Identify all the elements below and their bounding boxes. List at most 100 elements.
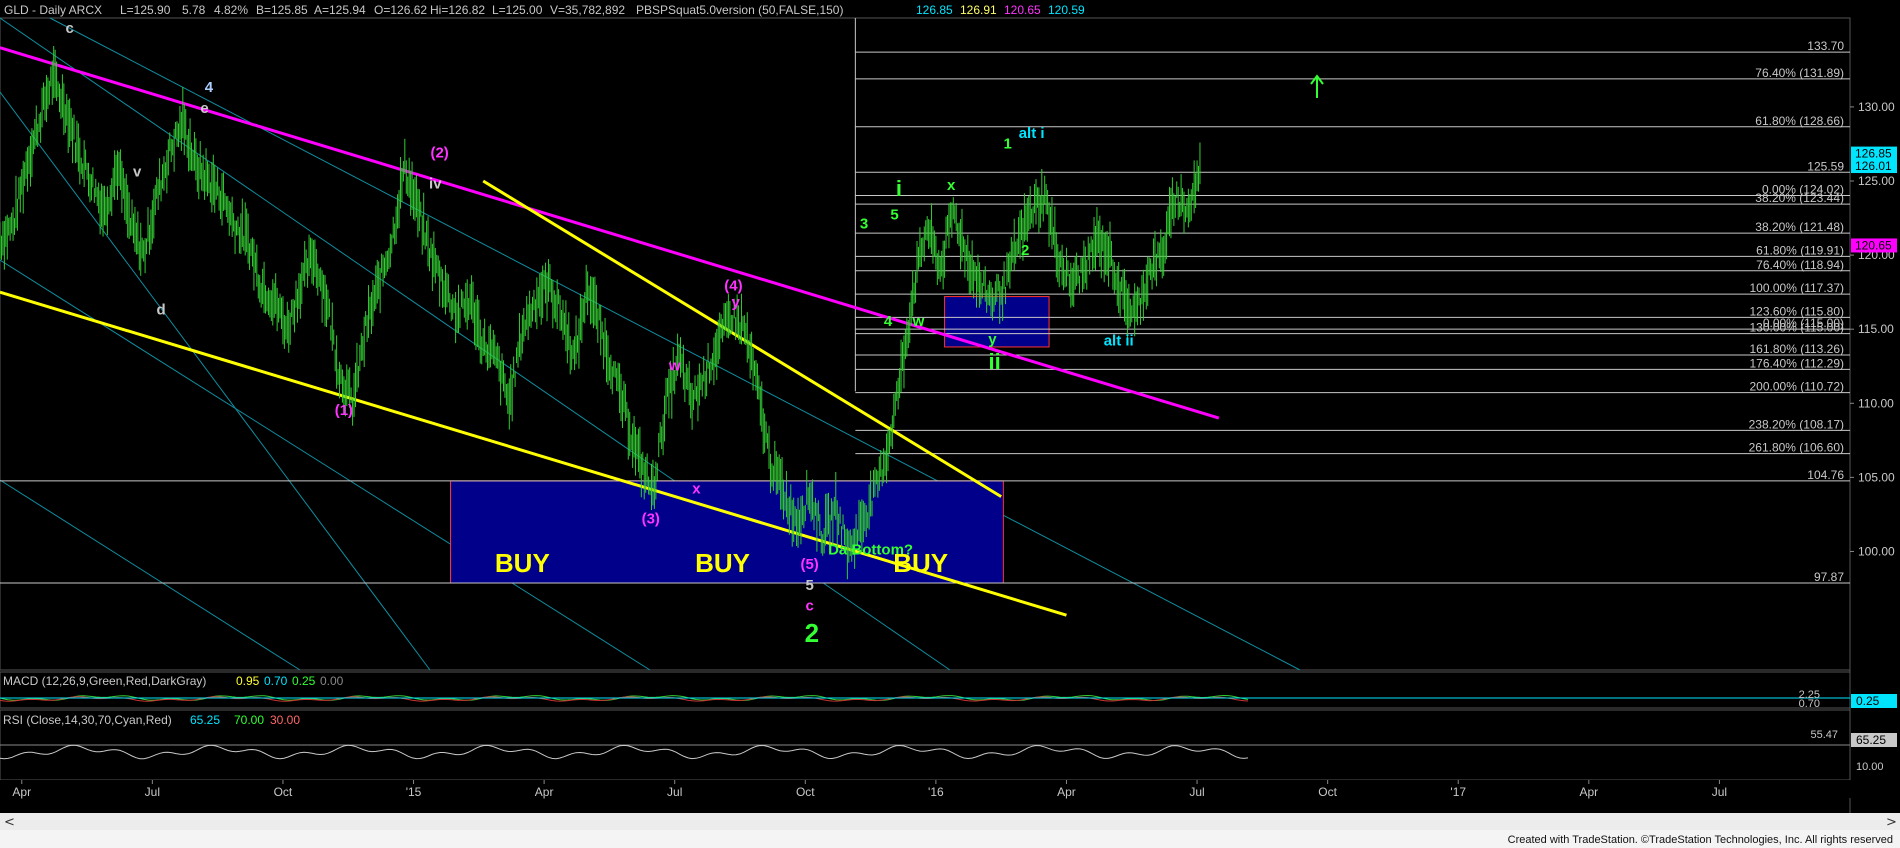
wave-label: y — [731, 294, 740, 311]
scroll-left-icon[interactable]: < — [4, 815, 15, 830]
macd-value-1: 0.95 — [236, 674, 260, 688]
fib-level-label: 38.20% (123.44) — [1755, 191, 1844, 205]
fib-level-label: 130.00% (115.00) — [1749, 321, 1844, 335]
time-axis-label: '16 — [928, 785, 944, 799]
wave-label: iv — [429, 175, 442, 192]
rsi-current-value: 65.25 — [1856, 733, 1886, 747]
wave-label: alt i — [1019, 125, 1045, 142]
price-axis-label: 110.00 — [1858, 396, 1894, 410]
wave-label: i — [896, 176, 902, 201]
rsi-value-2: 70.00 — [234, 713, 264, 727]
wave-label: (5) — [800, 556, 818, 573]
header-high: Hi=126.82 — [430, 3, 485, 17]
rsi-axis-label-1: 55.47 — [1810, 729, 1838, 741]
wave-label: BUY — [495, 548, 550, 578]
time-axis-label: Jul — [1189, 785, 1204, 799]
wave-label: e — [200, 100, 208, 117]
header-change: 5.78 — [182, 3, 206, 17]
price-axis-label: 125.00 — [1858, 174, 1895, 188]
wave-label: v — [133, 164, 142, 181]
price-axis-label: 115.00 — [1858, 322, 1894, 336]
wave-label: x — [947, 177, 956, 194]
time-axis-label: Apr — [1057, 785, 1076, 799]
header-symbol: GLD - Daily ARCX — [4, 3, 102, 17]
rsi-title: RSI (Close,14,30,70,Cyan,Red) — [3, 713, 172, 727]
wave-label: d — [156, 301, 165, 318]
price-axis-label: 130.00 — [1858, 100, 1895, 114]
wave-label: 2 — [805, 618, 819, 648]
fib-level-label: 200.00% (110.72) — [1749, 380, 1844, 394]
header-volume: V=35,782,892 — [550, 3, 625, 17]
fib-level-label: 125.59 — [1807, 159, 1844, 173]
time-axis: Apr Jul Oct '15 Apr Jul Oct '16 Apr Jul Oct '17 Apr J… — [0, 780, 1900, 799]
wave-label: 3 — [860, 215, 868, 232]
wave-label: (1) — [335, 402, 353, 419]
time-axis-label: Oct — [796, 785, 815, 799]
wave-label: y — [988, 331, 997, 348]
time-axis-label: Jul — [1712, 785, 1727, 799]
wave-label: w — [912, 313, 925, 330]
wave-label: 1 — [1004, 135, 1012, 152]
wave-label: c — [805, 598, 813, 615]
rsi-axis-label-3: 10.00 — [1856, 761, 1884, 773]
time-axis-label: Apr — [12, 785, 31, 799]
wave-label: 2 — [1021, 242, 1029, 259]
fib-level-label: 161.80% (113.26) — [1749, 342, 1844, 356]
wave-label: alt ii — [1104, 332, 1134, 349]
rsi-value-3: 30.00 — [270, 713, 300, 727]
fib-level-label: 38.20% (121.48) — [1755, 220, 1844, 234]
wave-label: 5 — [890, 207, 898, 224]
fib-level-label: 76.40% (131.89) — [1755, 66, 1844, 80]
header-study: PBSPSquat5.0version (50,FALSE,150) — [636, 3, 843, 17]
scrollbar-track[interactable] — [0, 813, 1900, 830]
wave-label: w — [668, 358, 681, 375]
fib-level-label: 176.40% (112.29) — [1749, 356, 1844, 370]
time-axis-label: Apr — [1579, 785, 1598, 799]
header-ask: A=125.94 — [314, 3, 366, 17]
header-open: O=126.62 — [374, 3, 427, 17]
header-bid: B=125.85 — [256, 3, 308, 17]
price-tag-label: 126.01 — [1855, 159, 1892, 173]
wave-label: (3) — [642, 510, 660, 527]
time-axis-label: Jul — [145, 785, 160, 799]
macd-axis-label-2: 0.70 — [1799, 698, 1820, 710]
wave-label: BUY — [893, 548, 948, 578]
rsi-value-1: 65.25 — [190, 713, 220, 727]
macd-value-4: 0.00 — [320, 674, 344, 688]
time-axis-label: '15 — [406, 785, 422, 799]
wave-label: 5 — [805, 577, 813, 594]
macd-value-2: 0.70 — [264, 674, 288, 688]
time-axis-label: '17 — [1450, 785, 1466, 799]
fib-level-label: 104.76 — [1807, 468, 1844, 482]
fib-level-label: 238.20% (108.17) — [1749, 417, 1844, 431]
fib-level-label: 133.70 — [1807, 39, 1844, 53]
header-study-v1: 126.85 — [916, 3, 953, 17]
header-study-v3: 120.65 — [1004, 3, 1041, 17]
wave-label: (4) — [724, 278, 742, 295]
time-axis-label: Oct — [274, 785, 293, 799]
wave-label: 4 — [205, 79, 214, 96]
wave-label: 4 — [884, 313, 893, 330]
header-low: L=125.00 — [492, 3, 543, 17]
macd-title: MACD (12,26,9,Green,Red,DarkGray) — [3, 674, 206, 688]
scrollbar[interactable]: < > — [0, 813, 1900, 830]
wave-label: ii — [989, 349, 1001, 374]
header-study-v4: 120.59 — [1048, 3, 1085, 17]
fib-level-label: 261.80% (106.60) — [1749, 441, 1844, 455]
wave-label: BUY — [695, 548, 750, 578]
time-axis-label: Jul — [667, 785, 682, 799]
price-axis-label: 100.00 — [1858, 544, 1895, 558]
header-last: L=125.90 — [120, 3, 171, 17]
scroll-right-icon[interactable]: > — [1886, 815, 1897, 830]
wave-label: (2) — [430, 144, 448, 161]
macd-current-value: 0.25 — [1856, 694, 1880, 708]
fib-level-label: 97.87 — [1814, 570, 1844, 584]
price-tag-label: 120.65 — [1855, 238, 1892, 252]
wave-label: c — [65, 20, 73, 37]
time-axis-label: Oct — [1318, 785, 1337, 799]
gld-chart: GLD - Daily ARCX L=125.90 5.78 4.82% B=1… — [0, 0, 1900, 848]
fib-level-label: 61.80% (119.91) — [1756, 243, 1844, 257]
price-axis-label: 105.00 — [1858, 470, 1895, 484]
fib-level-label: 76.40% (118.94) — [1756, 258, 1844, 272]
header-study-v2: 126.91 — [960, 3, 997, 17]
